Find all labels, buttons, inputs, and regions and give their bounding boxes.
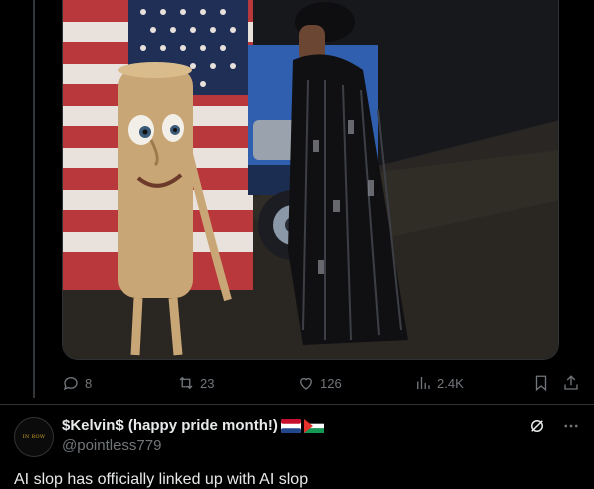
- reply-count: 8: [85, 375, 93, 391]
- post-top-actions: [528, 417, 580, 435]
- display-name[interactable]: $Kelvin$ (happy pride month!): [62, 417, 278, 434]
- avatar-logo-text: IN ROW: [22, 434, 46, 440]
- reply-button[interactable]: 8: [62, 372, 92, 394]
- bar-chart-icon: [417, 377, 430, 389]
- flag-palestine-icon: [303, 418, 324, 433]
- thread-line: [33, 0, 35, 398]
- views-count: 2.4K: [437, 375, 464, 391]
- repost-count: 23: [200, 375, 215, 391]
- like-count: 126: [320, 375, 342, 391]
- views-button[interactable]: 2.4K: [414, 372, 464, 394]
- repost-button[interactable]: 23: [177, 372, 214, 394]
- bookmark-icon: [535, 375, 547, 392]
- media-illustration: [63, 0, 558, 359]
- share-button[interactable]: [562, 372, 580, 394]
- speech-bubble-icon: [63, 377, 78, 391]
- repost-arrows-icon: [179, 376, 193, 390]
- share-icon: [564, 375, 578, 390]
- bookmark-button[interactable]: [532, 372, 550, 394]
- post-text: AI slop has officially linked up with AI…: [14, 471, 309, 488]
- avatar[interactable]: IN ROW: [14, 417, 54, 457]
- tweet-action-bar: 8 23 126 2.4K: [62, 372, 582, 394]
- more-dots-icon[interactable]: [562, 417, 580, 435]
- heart-icon: [300, 377, 312, 390]
- tweet-media-image[interactable]: [62, 0, 559, 360]
- reply-post[interactable]: IN ROW $Kelvin$ (happy pride month!) @po…: [0, 405, 594, 488]
- user-handle[interactable]: @pointless779: [62, 437, 161, 454]
- grok-icon[interactable]: [528, 417, 546, 435]
- like-button[interactable]: 126: [297, 372, 342, 394]
- flag-netherlands-icon: [280, 418, 301, 433]
- author-name-row[interactable]: $Kelvin$ (happy pride month!): [62, 417, 324, 434]
